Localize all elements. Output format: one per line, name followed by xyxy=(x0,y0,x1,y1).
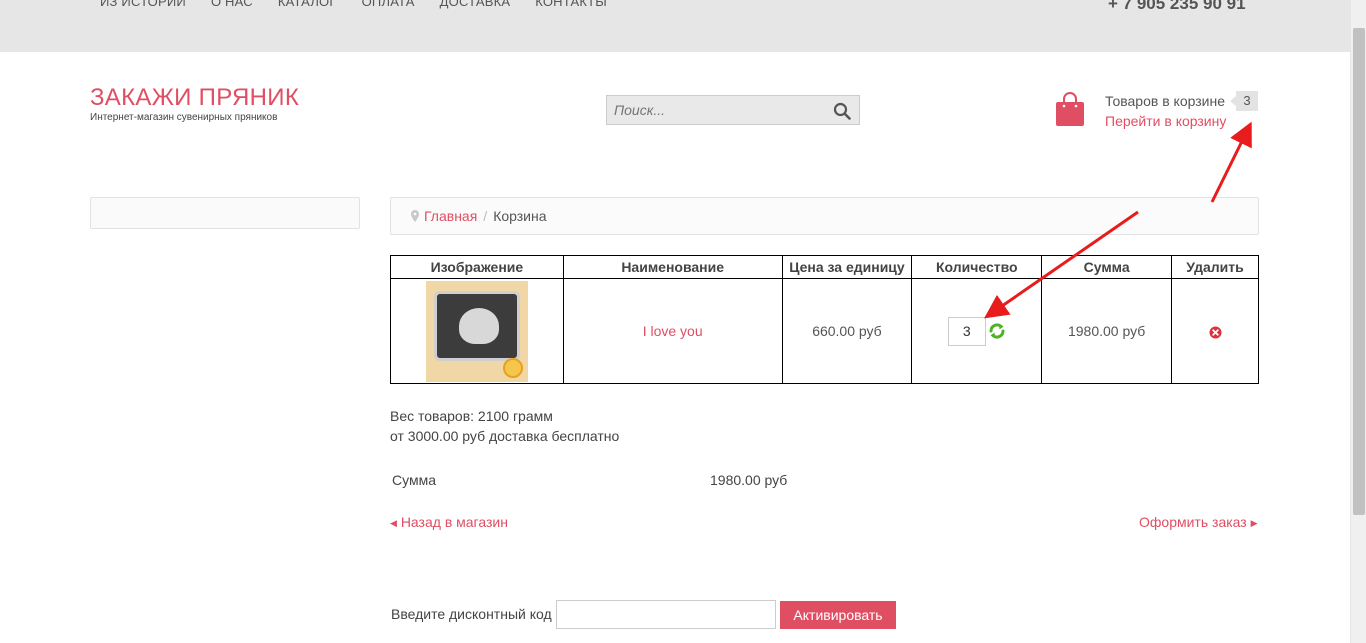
back-to-shop-label: Назад в магазин xyxy=(400,514,508,530)
table-row: I love you 660.00 руб 1980.00 руб xyxy=(390,278,1259,384)
cell-quantity xyxy=(911,278,1043,384)
top-navigation: ИЗ ИСТОРИИ О НАС КАТАЛОГ ОПЛАТА ДОСТАВКА… xyxy=(100,0,632,9)
quantity-input[interactable] xyxy=(947,316,986,346)
map-pin-icon xyxy=(411,210,419,222)
arrow-right-icon: ▶ xyxy=(1250,518,1258,528)
discount-code-input[interactable] xyxy=(556,600,776,629)
table-header-row: Изображение Наименование Цена за единицу… xyxy=(390,255,1259,279)
breadcrumb-home[interactable]: Главная xyxy=(424,208,477,224)
checkout-label: Оформить заказ xyxy=(1139,514,1247,530)
nav-catalog[interactable]: КАТАЛОГ xyxy=(278,0,337,9)
cell-name: I love you xyxy=(562,278,783,384)
cell-delete xyxy=(1171,278,1259,384)
product-name-link[interactable]: I love you xyxy=(643,323,703,339)
cell-sum: 1980.00 руб xyxy=(1041,278,1173,384)
activate-discount-button[interactable]: Активировать xyxy=(780,601,896,629)
cart-count-badge: 3 xyxy=(1230,91,1258,111)
column-header-quantity: Количество xyxy=(911,255,1043,279)
column-header-name: Наименование xyxy=(562,255,783,279)
breadcrumb: Главная / Корзина xyxy=(390,197,1259,235)
nav-about[interactable]: О НАС xyxy=(211,0,253,9)
column-header-image: Изображение xyxy=(390,255,564,279)
total-label: Сумма xyxy=(392,472,436,488)
search-icon[interactable] xyxy=(833,102,851,120)
product-image[interactable] xyxy=(425,280,528,382)
total-value: 1980.00 руб xyxy=(710,472,788,488)
delete-icon[interactable] xyxy=(1209,326,1222,339)
nav-payment[interactable]: ОПЛАТА xyxy=(362,0,415,9)
cell-image xyxy=(390,278,564,384)
shopping-bag-icon[interactable] xyxy=(1055,92,1085,126)
weight-text: Вес товаров: 2100 грамм xyxy=(390,408,553,424)
top-bar: ИЗ ИСТОРИИ О НАС КАТАЛОГ ОПЛАТА ДОСТАВКА… xyxy=(0,0,1350,52)
nav-delivery[interactable]: ДОСТАВКА xyxy=(440,0,511,9)
nav-history[interactable]: ИЗ ИСТОРИИ xyxy=(100,0,186,9)
column-header-sum: Сумма xyxy=(1041,255,1173,279)
nav-contacts[interactable]: КОНТАКТЫ xyxy=(535,0,607,9)
search-box xyxy=(606,95,860,125)
arrow-left-icon: ◀ xyxy=(390,518,397,528)
sidebar-panel xyxy=(90,197,360,229)
free-delivery-text: от 3000.00 руб доставка бесплатно xyxy=(390,428,620,444)
phone-number: + 7 905 235 90 91 xyxy=(1108,0,1246,13)
discount-label: Введите дисконтный код xyxy=(391,606,552,622)
order-info: Вес товаров: 2100 грамм от 3000.00 руб д… xyxy=(390,406,619,446)
column-header-delete: Удалить xyxy=(1171,255,1259,279)
breadcrumb-current: Корзина xyxy=(493,208,547,224)
logo-title[interactable]: ЗАКАЖИ ПРЯНИК xyxy=(90,84,299,112)
search-input[interactable] xyxy=(607,96,817,124)
page-scrollbar[interactable] xyxy=(1350,0,1366,643)
back-to-shop-link[interactable]: ◀ Назад в магазин xyxy=(390,514,508,530)
column-header-unit-price: Цена за единицу xyxy=(781,255,913,279)
refresh-icon[interactable] xyxy=(988,322,1006,340)
cart-table: Изображение Наименование Цена за единицу… xyxy=(390,255,1259,384)
checkout-link[interactable]: Оформить заказ ▶ xyxy=(1139,514,1258,530)
go-to-cart-link[interactable]: Перейти в корзину xyxy=(1105,113,1226,129)
cell-unit-price: 660.00 руб xyxy=(781,278,913,384)
scrollbar-thumb[interactable] xyxy=(1353,28,1365,515)
cart-label: Товаров в корзине xyxy=(1105,93,1225,109)
annotation-arrow-to-cart-count xyxy=(1210,121,1252,203)
logo-subtitle: Интернет-магазин сувенирных пряников xyxy=(90,112,278,123)
breadcrumb-separator: / xyxy=(483,208,488,224)
